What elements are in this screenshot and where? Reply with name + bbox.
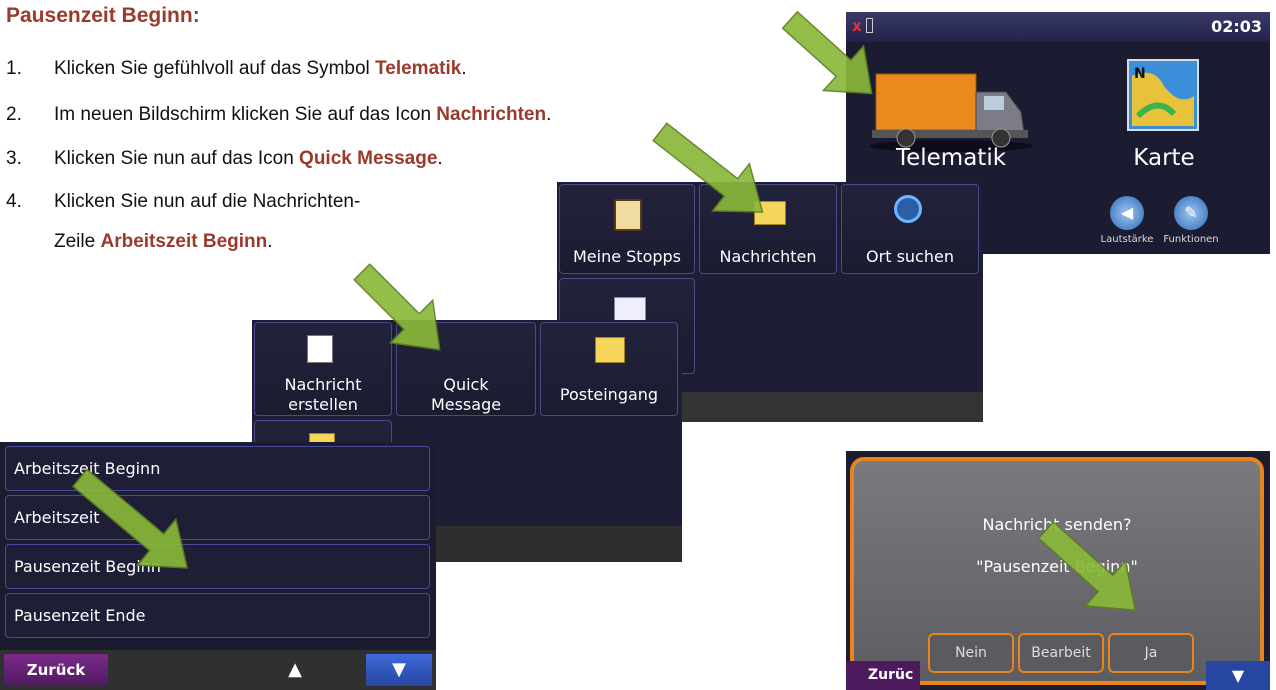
nachricht-erstellen-label-2: erstellen bbox=[288, 395, 358, 414]
volume-button[interactable]: ◀ Lautstärke bbox=[1098, 196, 1156, 254]
telematik-label: Telematik bbox=[895, 145, 1007, 171]
inbox-icon bbox=[595, 337, 625, 363]
speaker-icon: ◀ bbox=[1110, 196, 1144, 230]
list-bottom-bar: Zurück ▲ ▼ bbox=[0, 650, 436, 690]
ort-suchen-button[interactable]: Ort suchen bbox=[841, 184, 979, 274]
nachricht-erstellen-button[interactable]: Nachricht erstellen bbox=[254, 322, 392, 416]
list-item[interactable]: Arbeitszeit bbox=[5, 495, 430, 540]
meine-stopps-label: Meine Stopps bbox=[572, 247, 682, 266]
page-heading: Pausenzeit Beginn: bbox=[6, 4, 200, 27]
step-3: 3. Klicken Sie nun auf das Icon Quick Mes… bbox=[6, 148, 443, 169]
magnifier-icon bbox=[894, 195, 922, 223]
nachricht-erstellen-label-1: Nachricht bbox=[284, 375, 362, 394]
dialog-question: Nachricht senden? bbox=[982, 515, 1132, 534]
step-2: 2. Im neuen Bildschirm klicken Sie auf da… bbox=[6, 104, 552, 125]
list-item[interactable]: Pausenzeit Beginn bbox=[5, 544, 430, 589]
volume-label: Lautstärke bbox=[1100, 234, 1154, 245]
scroll-down-button[interactable]: ▼ bbox=[1206, 661, 1270, 690]
scroll-down-button[interactable]: ▼ bbox=[366, 654, 432, 686]
truck-icon bbox=[869, 73, 1033, 152]
wrench-icon: ✎ bbox=[1174, 196, 1208, 230]
arrow-down-icon: ▼ bbox=[392, 659, 406, 680]
signal-bar-icon bbox=[866, 18, 873, 33]
step-4-cont: Zeile Arbeitszeit Beginn. bbox=[54, 231, 273, 252]
meine-stopps-button[interactable]: Meine Stopps bbox=[559, 184, 695, 274]
posteingang-label: Posteingang bbox=[559, 385, 659, 404]
dialog-message: "Pausenzeit Beginn" bbox=[976, 557, 1138, 576]
screen-send-dialog: Nachricht senden? "Pausenzeit Beginn" Ne… bbox=[846, 451, 1270, 690]
step-4: 4. Klicken Sie nun auf die Nachrichten- bbox=[6, 191, 361, 212]
back-button[interactable]: Zurück bbox=[4, 654, 108, 686]
dialog-box: Nachricht senden? "Pausenzeit Beginn" Ne… bbox=[850, 457, 1264, 685]
telematik-button[interactable]: Telematik bbox=[846, 42, 1056, 202]
quick-message-button[interactable]: Quick Message bbox=[396, 322, 536, 416]
screen-quick-list: Arbeitszeit Beginn Arbeitszeit Pausenzei… bbox=[0, 442, 436, 690]
functions-label: Funktionen bbox=[1163, 234, 1219, 245]
status-bar: x 02:03 bbox=[846, 12, 1270, 42]
svg-text:N: N bbox=[1134, 66, 1146, 82]
scroll-up-button[interactable]: ▲ bbox=[266, 654, 324, 686]
map-icon: N bbox=[1127, 59, 1199, 131]
nachrichten-label: Nachrichten bbox=[719, 247, 817, 266]
posteingang-button[interactable]: Posteingang bbox=[540, 322, 678, 416]
back-button[interactable]: Zurüc bbox=[846, 661, 920, 690]
ja-button[interactable]: Ja bbox=[1108, 633, 1194, 673]
nachrichten-button[interactable]: Nachrichten bbox=[699, 184, 837, 274]
clipboard-icon bbox=[614, 199, 642, 231]
arrow-up-icon: ▲ bbox=[288, 659, 302, 680]
functions-button[interactable]: ✎ Funktionen bbox=[1156, 196, 1226, 254]
list-item[interactable]: Pausenzeit Ende bbox=[5, 593, 430, 638]
ort-suchen-label: Ort suchen bbox=[866, 247, 954, 266]
karte-button[interactable]: N Karte bbox=[1058, 42, 1270, 202]
signal-icon: x bbox=[852, 17, 862, 35]
clock: 02:03 bbox=[1211, 17, 1262, 36]
list-item[interactable]: Arbeitszeit Beginn bbox=[5, 446, 430, 491]
envelope-icon bbox=[754, 201, 786, 225]
quick-message-label-2: Message bbox=[430, 395, 502, 414]
arrow-down-icon: ▼ bbox=[1231, 666, 1245, 685]
quick-message-label-1: Quick bbox=[443, 375, 489, 394]
step-1: 1. Klicken Sie gefühlvoll auf das Symbol … bbox=[6, 58, 467, 79]
form-icon bbox=[614, 297, 646, 321]
notepad-icon bbox=[307, 335, 333, 363]
nein-button[interactable]: Nein bbox=[928, 633, 1014, 673]
karte-label: Karte bbox=[1133, 145, 1195, 171]
bearbeit-button[interactable]: Bearbeit bbox=[1018, 633, 1104, 673]
